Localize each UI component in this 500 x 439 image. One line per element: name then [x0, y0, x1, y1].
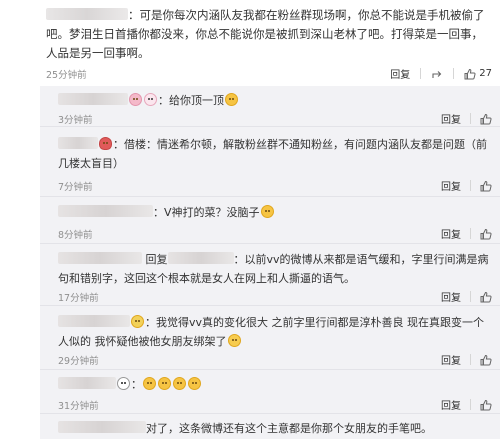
thumbs-up-icon[interactable]: [480, 228, 492, 240]
reply-button[interactable]: 回复: [390, 66, 410, 81]
reply-username[interactable]: [58, 205, 153, 217]
reply-actions: 回复: [441, 111, 492, 126]
reply-actions: 回复: [441, 397, 492, 412]
divider: [470, 354, 471, 365]
reply-username[interactable]: [58, 315, 130, 327]
reply-actions: 回复: [441, 226, 492, 241]
face-emoji-icon: [260, 205, 274, 218]
reply-body: ：: [131, 378, 142, 391]
reply-item: ：给你顶一顶 3分钟前 回复: [40, 86, 500, 127]
divider: [453, 68, 455, 79]
top-comment-text: ：可是你每次内涵队友我都在粉丝群现场啊，你总不能说是手机被偷了吧。梦泪生日首播你…: [46, 6, 494, 63]
laugh-emoji-icon: [188, 377, 201, 390]
reply-item: ：V神打的菜？没脑子 8分钟前 回复: [40, 197, 500, 244]
reply-time: 29分钟前: [58, 356, 99, 367]
reply-button[interactable]: 回复: [441, 352, 461, 367]
reply-text: ：V神打的菜？没脑子: [58, 203, 490, 222]
reply-text: ：给你顶一顶: [58, 91, 490, 110]
panda-badge-icon: [117, 377, 130, 390]
thumbs-up-icon[interactable]: [480, 113, 492, 125]
grin-emoji-icon: [225, 93, 238, 106]
reply-username[interactable]: [58, 252, 142, 264]
reply-item: ：我觉得vv真的变化很大 之前字里行间都是淳朴善良 现在真跟变一个人似的 我怀疑…: [40, 306, 500, 370]
laugh-emoji-icon: [143, 377, 156, 390]
reply-body: ：给你顶一顶: [158, 94, 224, 107]
flower-badge-icon: [129, 93, 142, 106]
reply-body: ：V神打的菜？没脑子: [153, 206, 260, 219]
reply-username[interactable]: [58, 377, 116, 389]
reply-time: 3分钟前: [58, 115, 93, 126]
badge-icon: [131, 315, 144, 328]
reply-username[interactable]: [58, 137, 98, 149]
reply-time: 17分钟前: [58, 293, 99, 304]
reply-button[interactable]: 回复: [441, 111, 461, 126]
share-icon: [432, 70, 442, 78]
reply-button[interactable]: 回复: [441, 226, 461, 241]
thumbs-up-icon[interactable]: [480, 180, 492, 192]
top-comment-separator: ：: [128, 8, 140, 22]
reply-item: 回复 ：以前vv的微博从来都是语气缓和，字里行间满是病句和错别字，这回这个根本就是…: [40, 244, 500, 306]
divider: [420, 68, 422, 79]
reply-item: 对了，这条微博还有这个主意都是你那个女朋友的手笔吧。: [40, 414, 500, 439]
reply-body: 对了，这条微博还有这个主意都是你那个女朋友的手笔吧。: [146, 422, 432, 435]
like-count: 27: [479, 68, 492, 79]
reply-username[interactable]: [58, 421, 146, 433]
reply-time: 31分钟前: [58, 401, 99, 412]
reply-prefix: 回复: [145, 253, 168, 266]
top-comment-time: 25分钟前: [46, 70, 87, 81]
laugh-emoji-icon: [158, 377, 171, 390]
thumbs-up-icon[interactable]: [480, 354, 492, 366]
bunny-emoji-icon: [144, 93, 157, 106]
reply-text: 回复 ：以前vv的微博从来都是语气缓和，字里行间满是病句和错别字，这回这个根本就是…: [58, 250, 490, 288]
cry-emoji-icon: [227, 334, 241, 347]
laugh-emoji-icon: [173, 377, 186, 390]
thumbs-up-icon[interactable]: [480, 291, 492, 303]
top-comment: ：可是你每次内涵队友我都在粉丝群现场啊，你总不能说是手机被偷了吧。梦泪生日首播你…: [0, 0, 500, 86]
reply-time: 7分钟前: [58, 182, 93, 193]
heart-badge-icon: [99, 137, 112, 150]
reply-item: ： 31分钟前 回复: [40, 370, 500, 414]
divider: [470, 399, 471, 410]
like-button[interactable]: 27: [464, 68, 492, 80]
divider: [470, 180, 471, 191]
top-comment-actions: 回复 27: [390, 66, 492, 81]
reply-button[interactable]: 回复: [441, 178, 461, 193]
thumbs-up-icon: [464, 68, 476, 79]
reply-text: 对了，这条微博还有这个主意都是你那个女朋友的手笔吧。: [58, 419, 490, 438]
reply-item: ：借楼：情迷希尔顿，解散粉丝群不通知粉丝，有问题内涵队友都是问题（前几楼太盲目）…: [40, 127, 500, 197]
divider: [470, 228, 471, 239]
reply-actions: 回复: [441, 178, 492, 193]
reply-text: ：我觉得vv真的变化很大 之前字里行间都是淳朴善良 现在真跟变一个人似的 我怀疑…: [58, 313, 490, 351]
divider: [470, 291, 471, 302]
reply-username[interactable]: [58, 93, 128, 105]
reply-button[interactable]: 回复: [441, 397, 461, 412]
reply-time: 8分钟前: [58, 230, 93, 241]
share-button[interactable]: [431, 68, 443, 80]
reply-target-username[interactable]: [167, 252, 234, 264]
reply-actions: 回复: [441, 352, 492, 367]
reply-actions: 回复: [441, 289, 492, 304]
thumbs-up-icon[interactable]: [480, 399, 492, 411]
replies-panel: ：给你顶一顶 3分钟前 回复 ：借楼：情迷希尔顿，解散粉丝群不通知粉丝，有问题内…: [40, 86, 500, 439]
reply-body: ：借楼：情迷希尔顿，解散粉丝群不通知粉丝，有问题内涵队友都是问题（前几楼太盲目）: [58, 138, 487, 170]
reply-button-label: 回复: [390, 70, 411, 81]
top-comment-username[interactable]: [46, 8, 128, 20]
reply-text: ：: [58, 375, 490, 394]
divider: [470, 113, 471, 124]
reply-button[interactable]: 回复: [441, 289, 461, 304]
reply-text: ：借楼：情迷希尔顿，解散粉丝群不通知粉丝，有问题内涵队友都是问题（前几楼太盲目）: [58, 135, 490, 173]
